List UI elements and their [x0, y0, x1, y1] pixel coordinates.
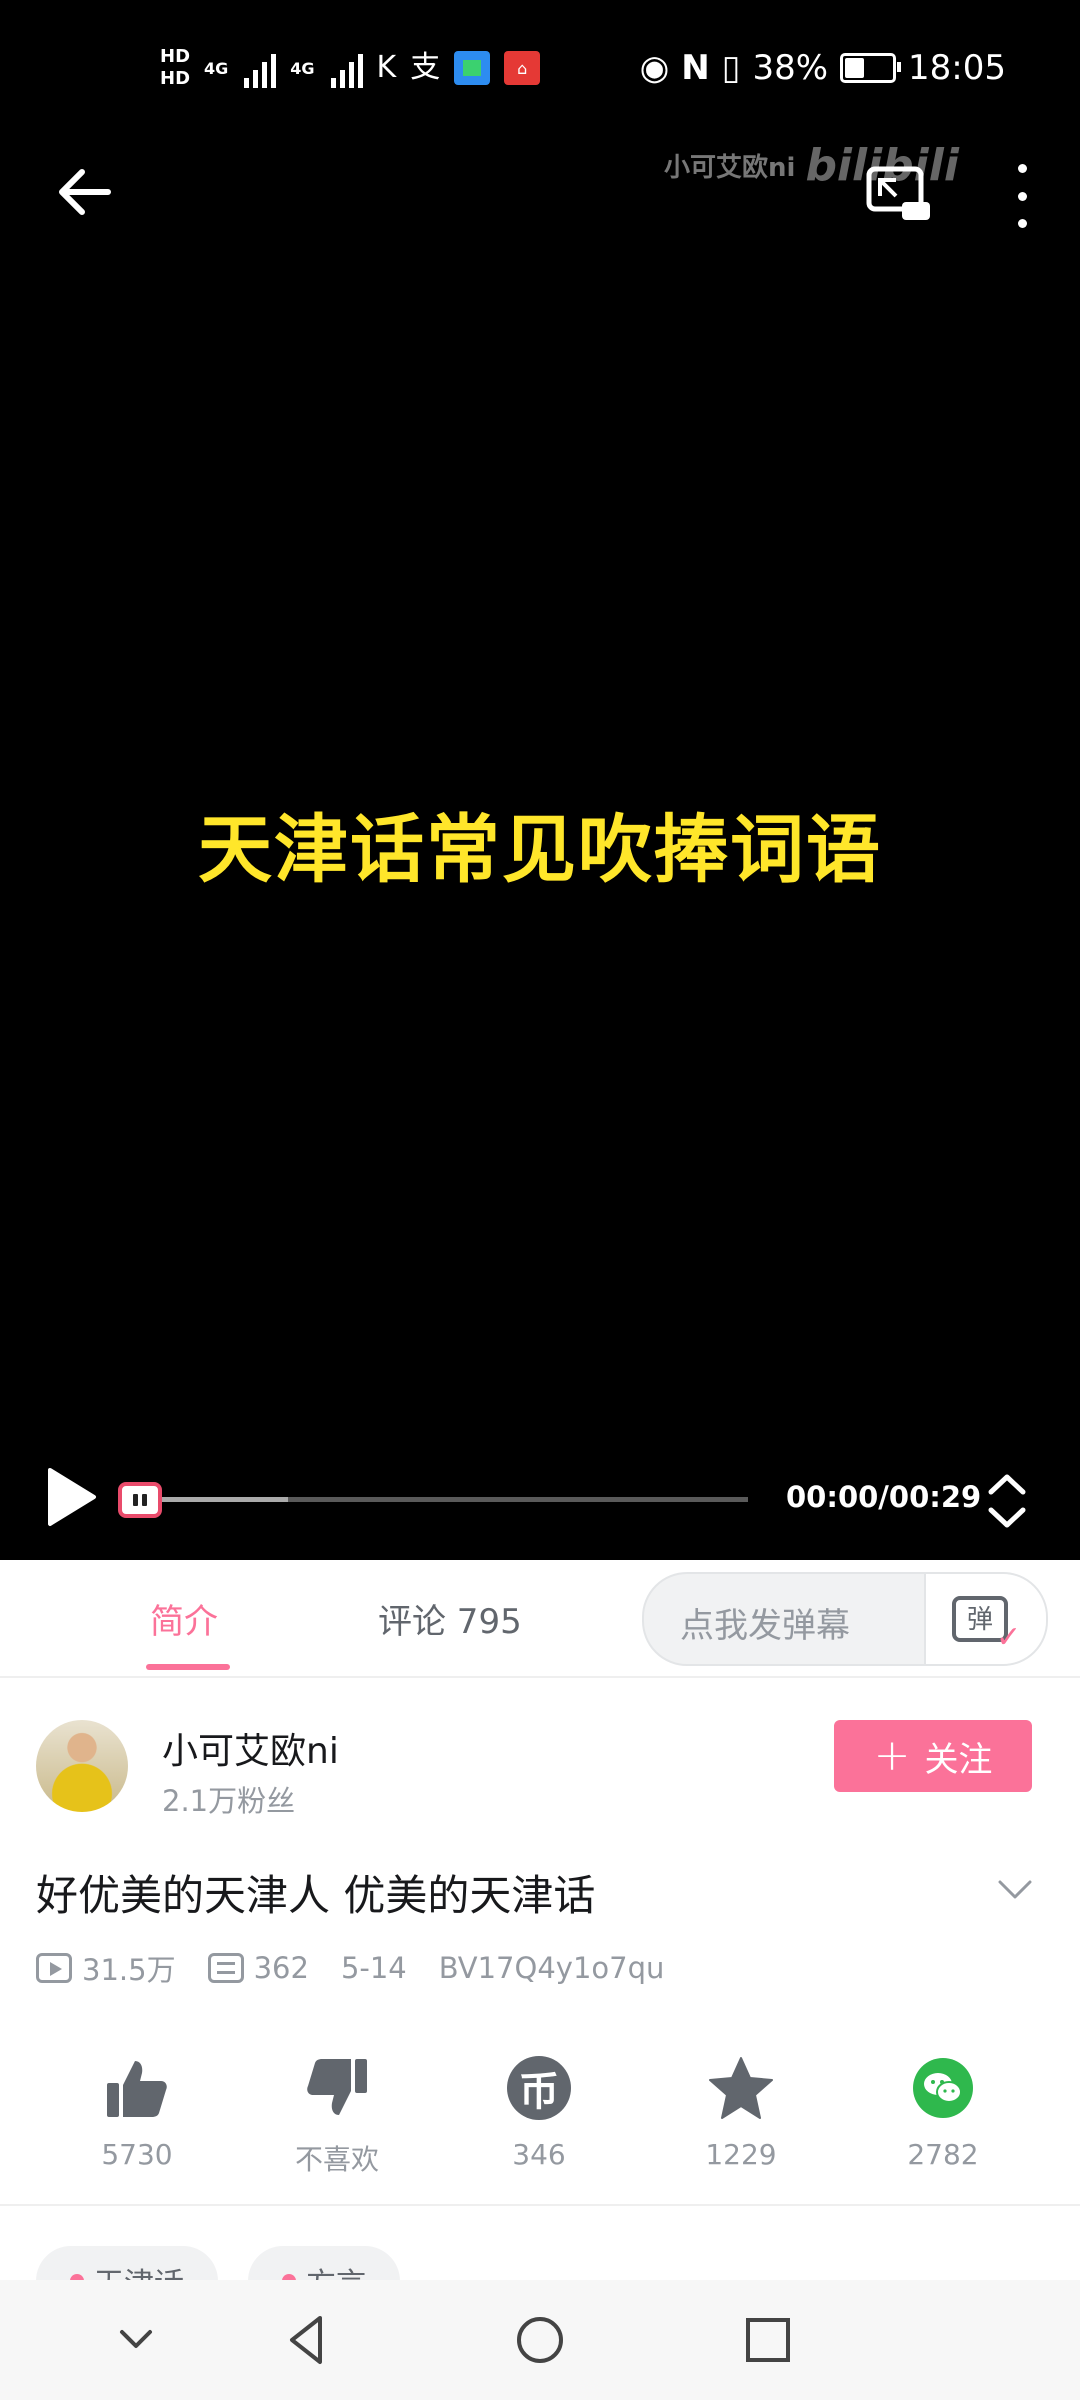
bvid: BV17Q4y1o7qu — [438, 1951, 665, 1985]
signal-icon-2 — [330, 48, 363, 88]
coin-button[interactable]: 币 346 — [464, 2052, 614, 2171]
hd-icon: HD HD — [160, 46, 191, 89]
uploader-name[interactable]: 小可艾欧ni — [162, 1722, 339, 1774]
check-icon: ✓ — [996, 1620, 1022, 1655]
clock: 18:05 — [908, 48, 1006, 88]
avatar[interactable] — [36, 1720, 128, 1812]
network-type-1: 4G — [204, 58, 229, 78]
view-count: 31.5万 — [82, 1953, 176, 1987]
eye-icon: ◉ — [639, 48, 670, 88]
publish-date: 5-14 — [340, 1951, 407, 1985]
vibrate-icon: ▯ — [721, 48, 741, 88]
system-nav-bar — [0, 2280, 1080, 2400]
chevron-down-nav-icon[interactable] — [104, 2308, 168, 2372]
progress-track[interactable] — [158, 1497, 748, 1502]
plus-icon: + — [873, 1730, 911, 1781]
back-arrow-icon[interactable] — [52, 160, 116, 224]
recents-square-icon[interactable] — [736, 2308, 800, 2372]
dislike-button[interactable]: 不喜欢 — [262, 2052, 412, 2178]
network-type-2: 4G — [290, 58, 315, 78]
divider — [0, 2204, 1080, 2206]
favorite-count: 1229 — [705, 2138, 777, 2171]
coin-count: 346 — [512, 2138, 566, 2171]
home-circle-icon[interactable] — [508, 2308, 572, 2372]
play-count-icon — [36, 1953, 72, 1983]
map-app-icon — [454, 51, 491, 85]
signal-icon — [244, 48, 277, 88]
play-icon[interactable] — [44, 1466, 98, 1528]
video-title: 好优美的天津人 优美的天津话 — [36, 1871, 596, 1920]
back-triangle-icon[interactable] — [276, 2308, 340, 2372]
buffer-fill — [158, 1497, 288, 1502]
danmaku-toggle-button[interactable]: 弹 ✓ — [924, 1574, 1046, 1664]
danmaku-count-icon — [207, 1953, 244, 1983]
fullscreen-icon[interactable] — [986, 1472, 1028, 1530]
coin-icon: 币 — [507, 2056, 571, 2120]
star-icon — [709, 2057, 773, 2119]
thumbs-up-icon — [107, 2061, 167, 2117]
progress-knob-icon[interactable] — [118, 1482, 162, 1518]
danmaku-placeholder: 点我发弹幕 — [680, 1606, 850, 1646]
more-options-icon[interactable] — [1002, 164, 1042, 228]
thumbs-down-icon — [307, 2059, 367, 2115]
picture-in-picture-icon[interactable] — [866, 166, 930, 222]
battery-icon — [840, 53, 902, 83]
share-button[interactable]: 2782 — [868, 2052, 1018, 2171]
video-meta: 31.5万 362 5-14 BV17Q4y1o7qu — [36, 1946, 664, 1990]
uploader-fans: 2.1万粉丝 — [162, 1784, 296, 1818]
alipay-icon: 支 — [410, 50, 441, 85]
status-bar: HD HD 4G 4G K 支 ⌂ ◉ N ▯ 38% 18:05 — [0, 0, 1080, 136]
follow-label: 关注 — [924, 1739, 993, 1780]
watermark-channel: 小可艾欧ni — [664, 153, 796, 183]
dislike-label: 不喜欢 — [294, 2143, 379, 2176]
like-count: 5730 — [101, 2138, 173, 2171]
video-caption: 天津话常见吹捧词语 — [198, 807, 882, 893]
tab-intro[interactable]: 简介 — [150, 1594, 218, 1643]
status-left-icons: HD HD 4G 4G K 支 ⌂ — [160, 38, 541, 98]
video-progress-bar[interactable] — [118, 1480, 748, 1520]
k-app-icon: K — [376, 50, 397, 85]
wechat-icon — [913, 2058, 973, 2118]
red-app-icon: ⌂ — [504, 51, 541, 85]
danmaku-count: 362 — [253, 1951, 309, 1985]
follow-button[interactable]: + 关注 — [834, 1720, 1032, 1792]
nfc-icon: N — [681, 48, 710, 88]
tab-comments[interactable]: 评论 795 — [378, 1594, 522, 1643]
status-right-icons: ◉ N ▯ 38% 18:05 — [640, 38, 1006, 98]
video-timecode: 00:00/00:29 — [786, 1480, 982, 1514]
tab-indicator — [146, 1664, 230, 1670]
danmaku-input[interactable]: 点我发弹幕 弹 ✓ — [642, 1572, 1048, 1666]
chevron-down-icon[interactable] — [996, 1870, 1034, 1908]
battery-percent: 38% — [752, 48, 829, 88]
like-button[interactable]: 5730 — [62, 2052, 212, 2171]
share-count: 2782 — [907, 2138, 979, 2171]
favorite-button[interactable]: 1229 — [666, 2052, 816, 2171]
